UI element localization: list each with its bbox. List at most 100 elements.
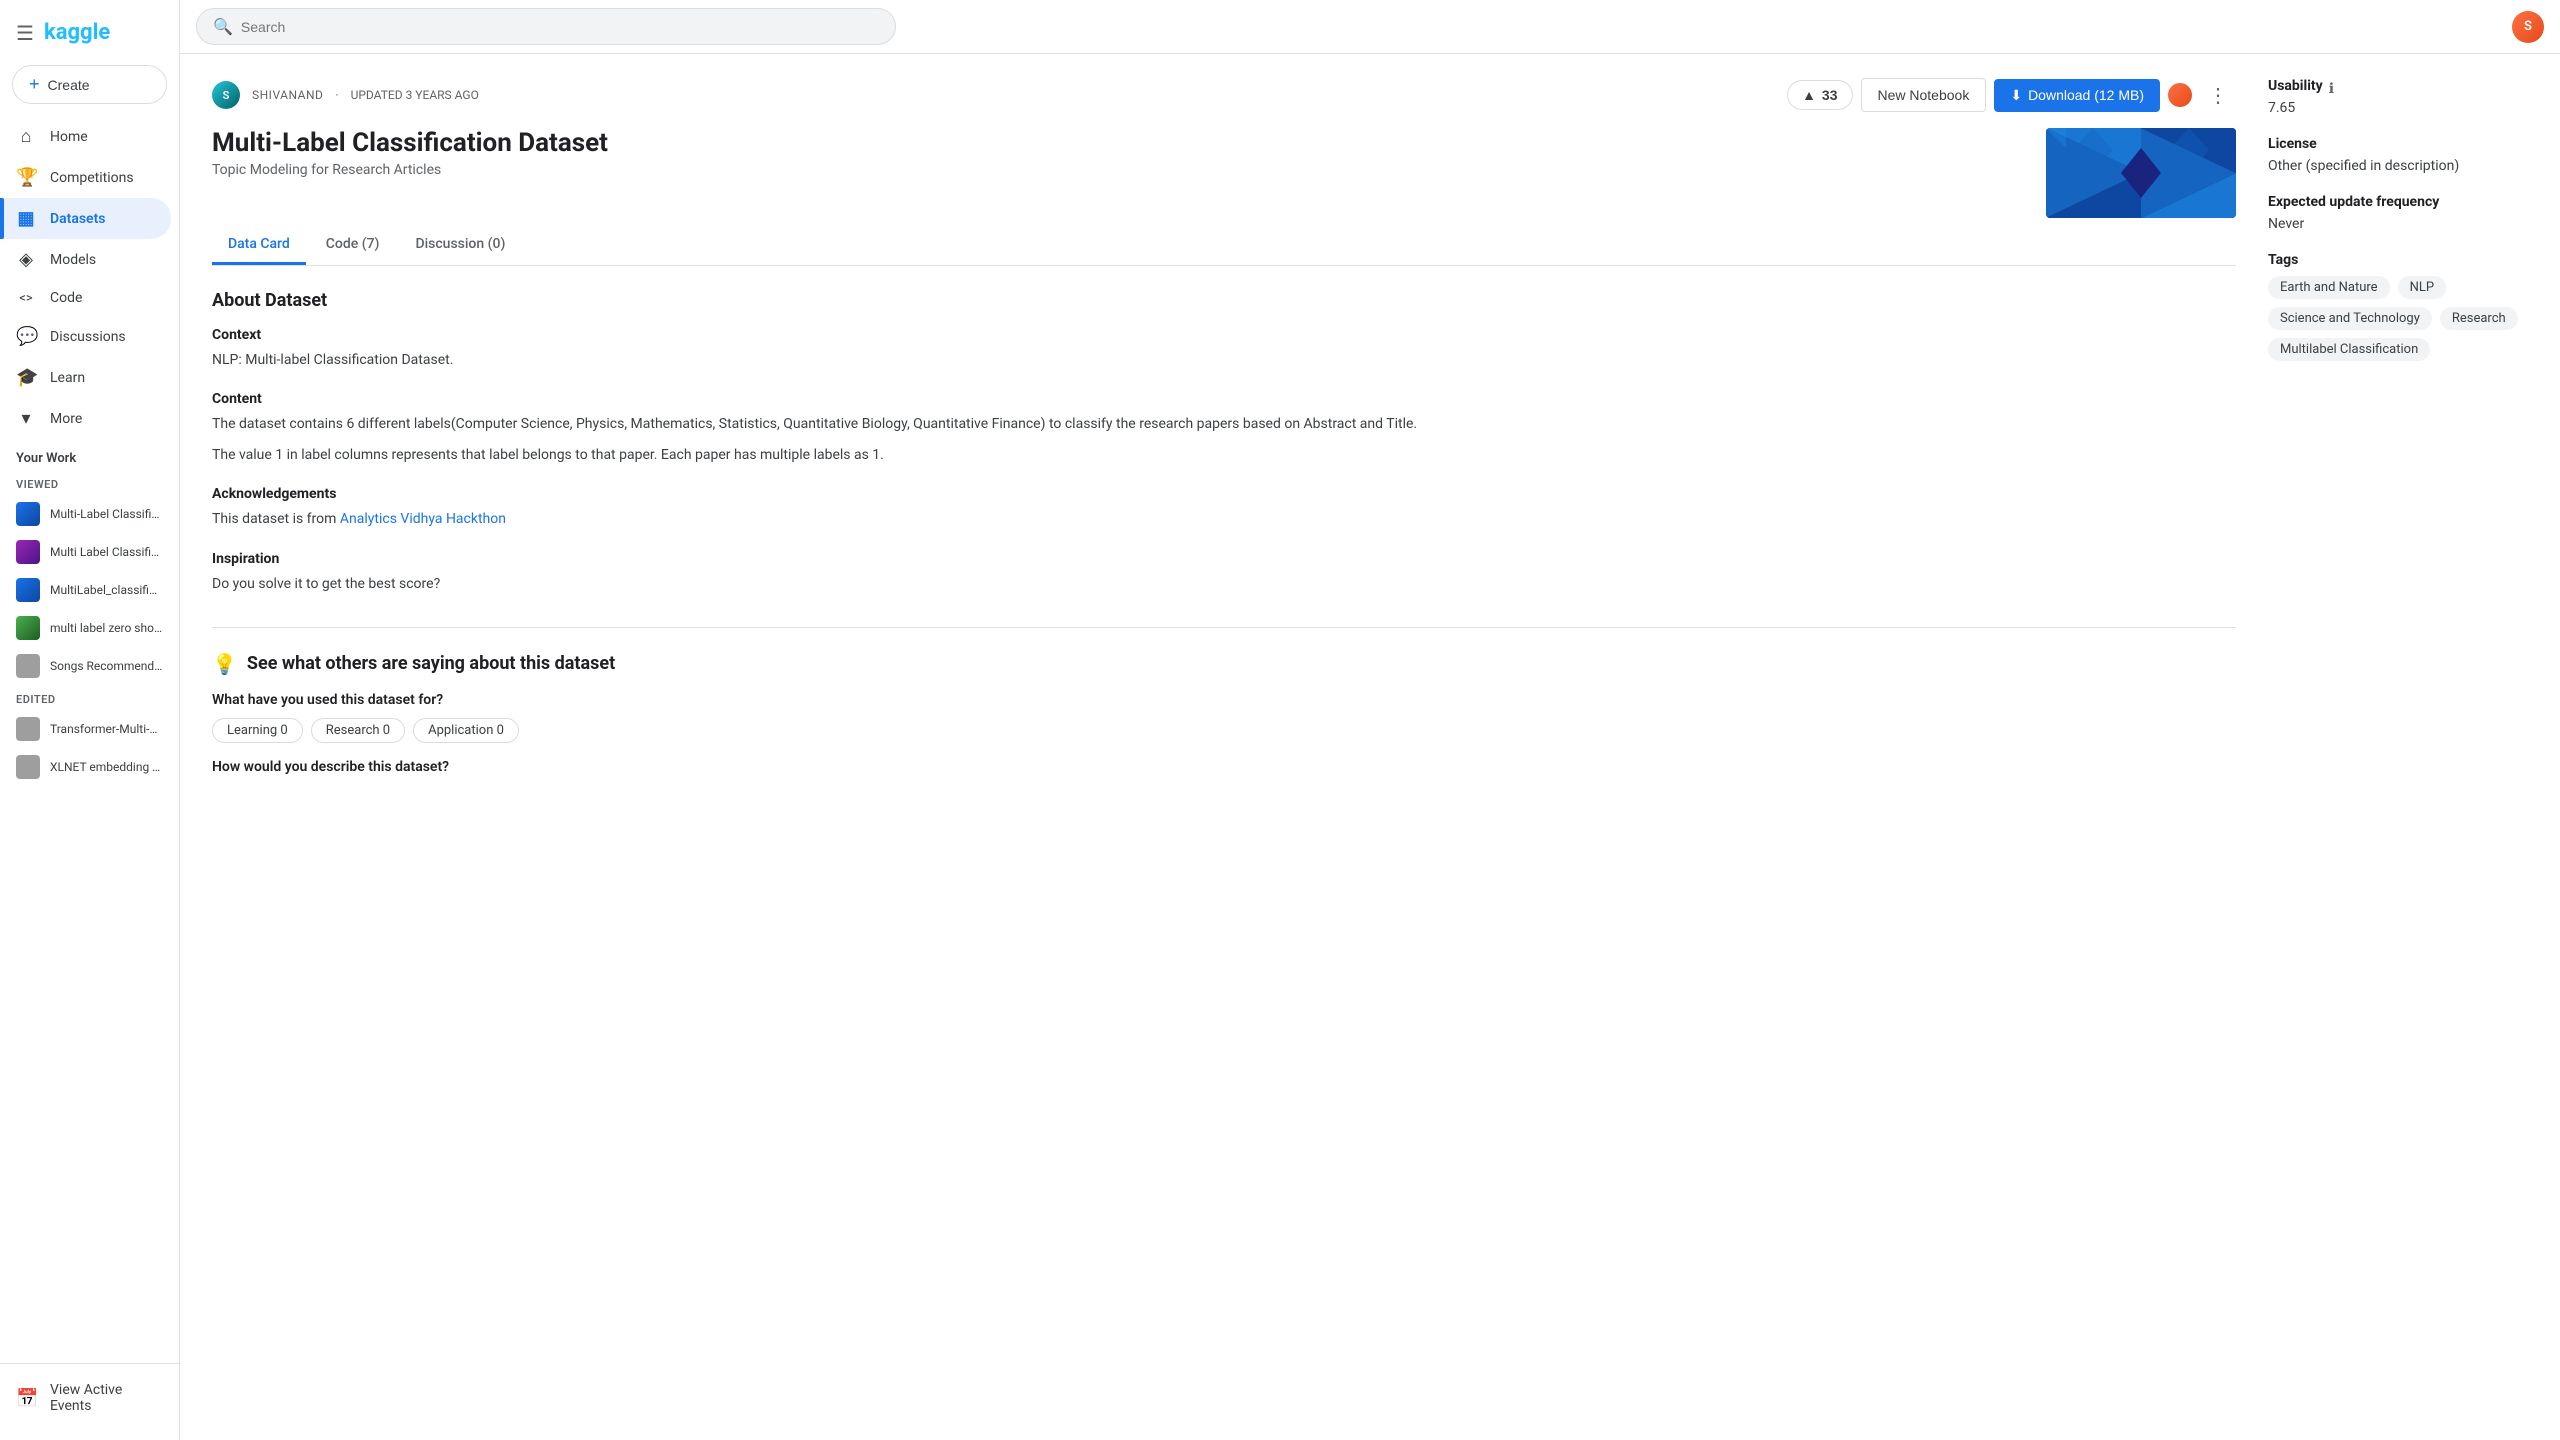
acknowledgements-link[interactable]: Analytics Vidhya Hackthon [340, 511, 506, 527]
viewed-label: VIEWED [0, 470, 179, 495]
context-text: NLP: Multi-label Classification Dataset. [212, 349, 2236, 371]
dataset-meta-row: S SHIVANAND · UPDATED 3 YEARS AGO ▲ 33 N… [212, 78, 2236, 112]
topbar-right: S [2512, 11, 2544, 43]
plus-icon: + [29, 74, 40, 95]
tabs: Data Card Code (7) Discussion (0) [212, 226, 2236, 266]
viewed-item-label-1: Multi Label Classifier - ... [50, 545, 163, 559]
events-icon: 📅 [16, 1388, 36, 1409]
view-active-events-button[interactable]: 📅 View Active Events [0, 1372, 171, 1424]
viewed-item-label-3: multi label zero shot cl... [50, 621, 163, 635]
user-avatar[interactable]: S [2512, 11, 2544, 43]
vote-button[interactable]: ▲ 33 [1787, 80, 1852, 110]
inspiration-title: Inspiration [212, 551, 2236, 567]
inspiration-section: Inspiration Do you solve it to get the b… [212, 551, 2236, 595]
thumb-3 [16, 616, 40, 640]
sidebar-item-learn[interactable]: 🎓 Learn [0, 357, 171, 398]
home-icon: ⌂ [16, 126, 36, 147]
sidebar-viewed-item-2[interactable]: MultiLabel_classificati... [0, 571, 179, 609]
viewed-item-label-0: Multi-Label Classificati... [50, 507, 163, 521]
tab-discussion[interactable]: Discussion (0) [399, 226, 521, 265]
search-input[interactable] [241, 19, 879, 35]
share-avatar[interactable] [2168, 83, 2192, 107]
more-options-button[interactable]: ⋮ [2200, 79, 2236, 112]
upvote-icon: ▲ [1802, 87, 1816, 103]
edit-thumb-0 [16, 717, 40, 741]
dot-separator: · [335, 88, 338, 102]
dataset-subtitle: Topic Modeling for Research Articles [212, 162, 608, 178]
tag-nlp[interactable]: NLP [2398, 276, 2446, 299]
sidebar-viewed-item-0[interactable]: Multi-Label Classificati... [0, 495, 179, 533]
sidebar-item-competitions[interactable]: 🏆 Competitions [0, 157, 171, 198]
kaggle-logo[interactable]: kaggle [44, 20, 110, 45]
usability-header: Usability ℹ [2268, 78, 2528, 100]
context-section: Context NLP: Multi-label Classification … [212, 327, 2236, 371]
download-button[interactable]: ⬇ Download (12 MB) [1994, 79, 2160, 112]
edit-thumb-1 [16, 755, 40, 779]
sidebar-item-home[interactable]: ⌂ Home [0, 116, 171, 157]
your-work-label[interactable]: Your Work [16, 451, 163, 466]
thumb-2 [16, 578, 40, 602]
thumb-0 [16, 502, 40, 526]
usage-chip-learning[interactable]: Learning 0 [212, 718, 303, 743]
edited-label: EDITED [0, 685, 179, 710]
updated-text: UPDATED 3 YEARS AGO [351, 88, 479, 102]
search-bar[interactable]: 🔍 [196, 8, 896, 45]
tag-earth-nature[interactable]: Earth and Nature [2268, 276, 2390, 299]
your-work-section: Your Work [0, 439, 179, 470]
download-icon: ⬇ [2010, 87, 2022, 104]
bulb-icon: 💡 [212, 652, 237, 676]
tab-code[interactable]: Code (7) [310, 226, 396, 265]
author-name: SHIVANAND [252, 88, 323, 102]
sidebar-viewed-item-4[interactable]: Songs Recommendatio... [0, 647, 179, 685]
tab-data-card[interactable]: Data Card [212, 226, 306, 265]
sidebar-logo: ☰ kaggle [0, 8, 179, 61]
dataset-title: Multi-Label Classification Dataset [212, 128, 608, 158]
learn-icon: 🎓 [16, 367, 36, 388]
main-content: S SHIVANAND · UPDATED 3 YEARS AGO ▲ 33 N… [212, 78, 2236, 1416]
new-notebook-button[interactable]: New Notebook [1861, 78, 1987, 112]
update-freq-section: Expected update frequency Never [2268, 194, 2528, 232]
sidebar-edited-item-0[interactable]: Transformer-Multi-Lab... [0, 710, 179, 748]
usage-chip-research[interactable]: Research 0 [311, 718, 405, 743]
content-text: The dataset contains 6 different labels(… [212, 413, 2236, 435]
hamburger-icon[interactable]: ☰ [16, 21, 34, 45]
tag-science-technology[interactable]: Science and Technology [2268, 307, 2432, 330]
sidebar-item-more[interactable]: ▾ More [0, 398, 171, 439]
community-title: 💡 See what others are saying about this … [212, 652, 2236, 676]
usability-info-icon[interactable]: ℹ [2329, 81, 2334, 97]
sidebar-edited-item-1[interactable]: XLNET embedding and... [0, 748, 179, 786]
side-panel: Usability ℹ 7.65 License Other (specifie… [2268, 78, 2528, 1416]
sidebar-viewed-item-3[interactable]: multi label zero shot cl... [0, 609, 179, 647]
thumb-1 [16, 540, 40, 564]
usage-chip-application[interactable]: Application 0 [413, 718, 519, 743]
usability-value: 7.65 [2268, 100, 2528, 116]
usability-section: Usability ℹ 7.65 [2268, 78, 2528, 116]
community-section: 💡 See what others are saying about this … [212, 627, 2236, 775]
tag-multilabel-classification[interactable]: Multilabel Classification [2268, 338, 2430, 361]
sidebar-item-models[interactable]: ◈ Models [0, 239, 171, 280]
search-icon: 🔍 [213, 17, 233, 36]
acknowledgements-section: Acknowledgements This dataset is from An… [212, 486, 2236, 530]
create-button[interactable]: + Create [12, 65, 167, 104]
update-freq-label: Expected update frequency [2268, 194, 2528, 210]
topbar: 🔍 S [180, 0, 2560, 54]
sidebar-item-discussions[interactable]: 💬 Discussions [0, 316, 171, 357]
tags-label: Tags [2268, 252, 2528, 268]
sidebar-item-datasets[interactable]: ▦ Datasets [0, 198, 171, 239]
action-buttons: ▲ 33 New Notebook ⬇ Download (12 MB) ⋮ [1787, 78, 2236, 112]
usability-label: Usability [2268, 78, 2323, 94]
models-icon: ◈ [16, 249, 36, 270]
sidebar-bottom: 📅 View Active Events [0, 1363, 179, 1432]
used-for-label: What have you used this dataset for? [212, 692, 2236, 708]
inspiration-text: Do you solve it to get the best score? [212, 573, 2236, 595]
sidebar-item-code[interactable]: <> Code [0, 280, 171, 316]
tags-section: Tags Earth and Nature NLP Science and Te… [2268, 252, 2528, 361]
license-label: License [2268, 136, 2528, 152]
author-avatar: S [212, 81, 240, 109]
about-dataset-title: About Dataset [212, 290, 2236, 311]
sidebar-viewed-item-1[interactable]: Multi Label Classifier - ... [0, 533, 179, 571]
tag-research[interactable]: Research [2440, 307, 2518, 330]
tags-container: Earth and Nature NLP Science and Technol… [2268, 276, 2528, 361]
edited-item-label-0: Transformer-Multi-Lab... [50, 722, 163, 736]
content-title: Content [212, 391, 2236, 407]
